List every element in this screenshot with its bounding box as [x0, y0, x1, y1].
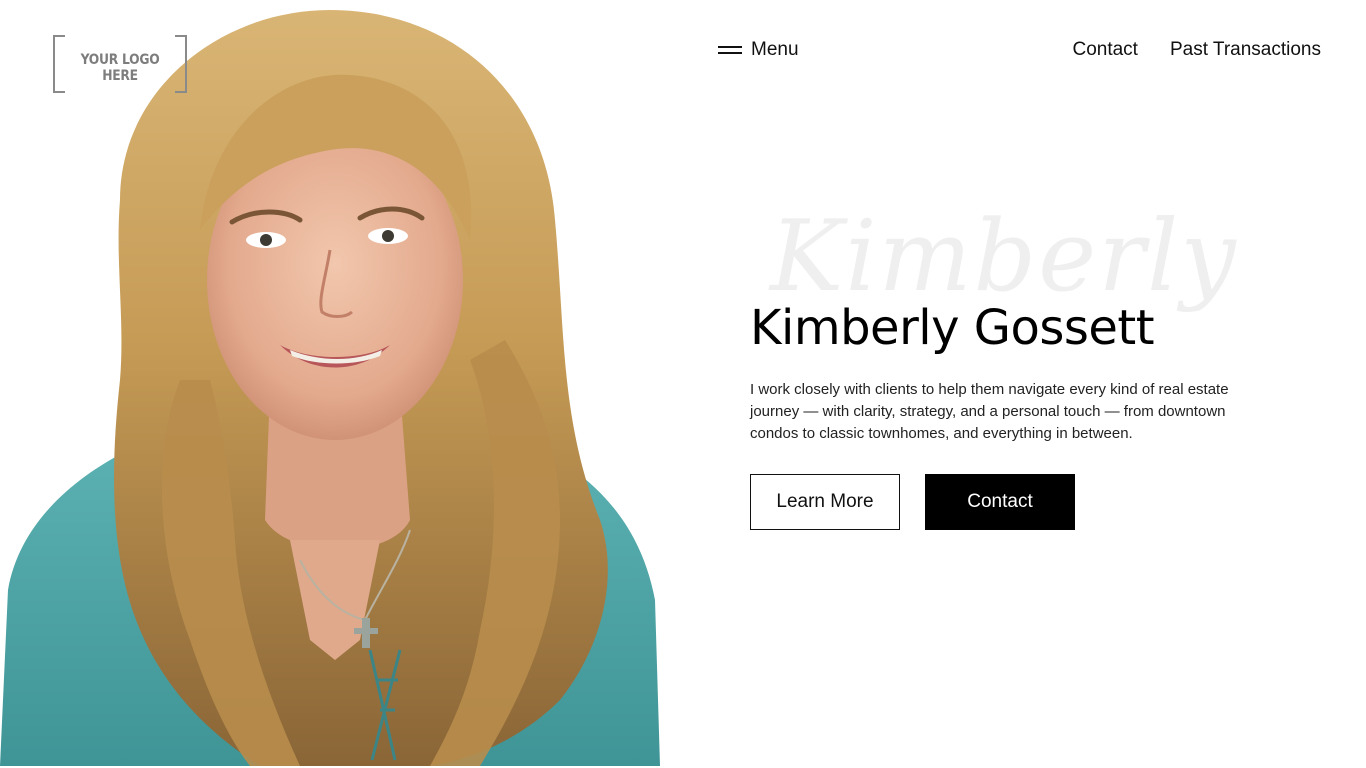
- logo-text: YOUR LOGO HERE: [80, 52, 160, 84]
- learn-more-button[interactable]: Learn More: [750, 474, 900, 530]
- menu-label: Menu: [751, 39, 799, 60]
- contact-button[interactable]: Contact: [925, 474, 1075, 530]
- logo[interactable]: YOUR LOGO HERE: [53, 35, 187, 93]
- agent-description: I work closely with clients to help them…: [750, 381, 1229, 442]
- agent-portrait: [0, 0, 660, 766]
- menu-button[interactable]: Menu: [718, 36, 799, 64]
- decorative-script-name: Kimberly: [770, 200, 1238, 314]
- nav-link-past-transactions[interactable]: Past Transactions: [1170, 39, 1321, 61]
- page: YOUR LOGO HERE Menu Contact Past Transac…: [0, 0, 1366, 768]
- hamburger-icon: [718, 45, 742, 55]
- nav-link-contact[interactable]: Contact: [1072, 39, 1137, 61]
- agent-name-heading: Kimberly Gossett: [750, 300, 1155, 356]
- top-nav: Contact Past Transactions: [1072, 36, 1321, 64]
